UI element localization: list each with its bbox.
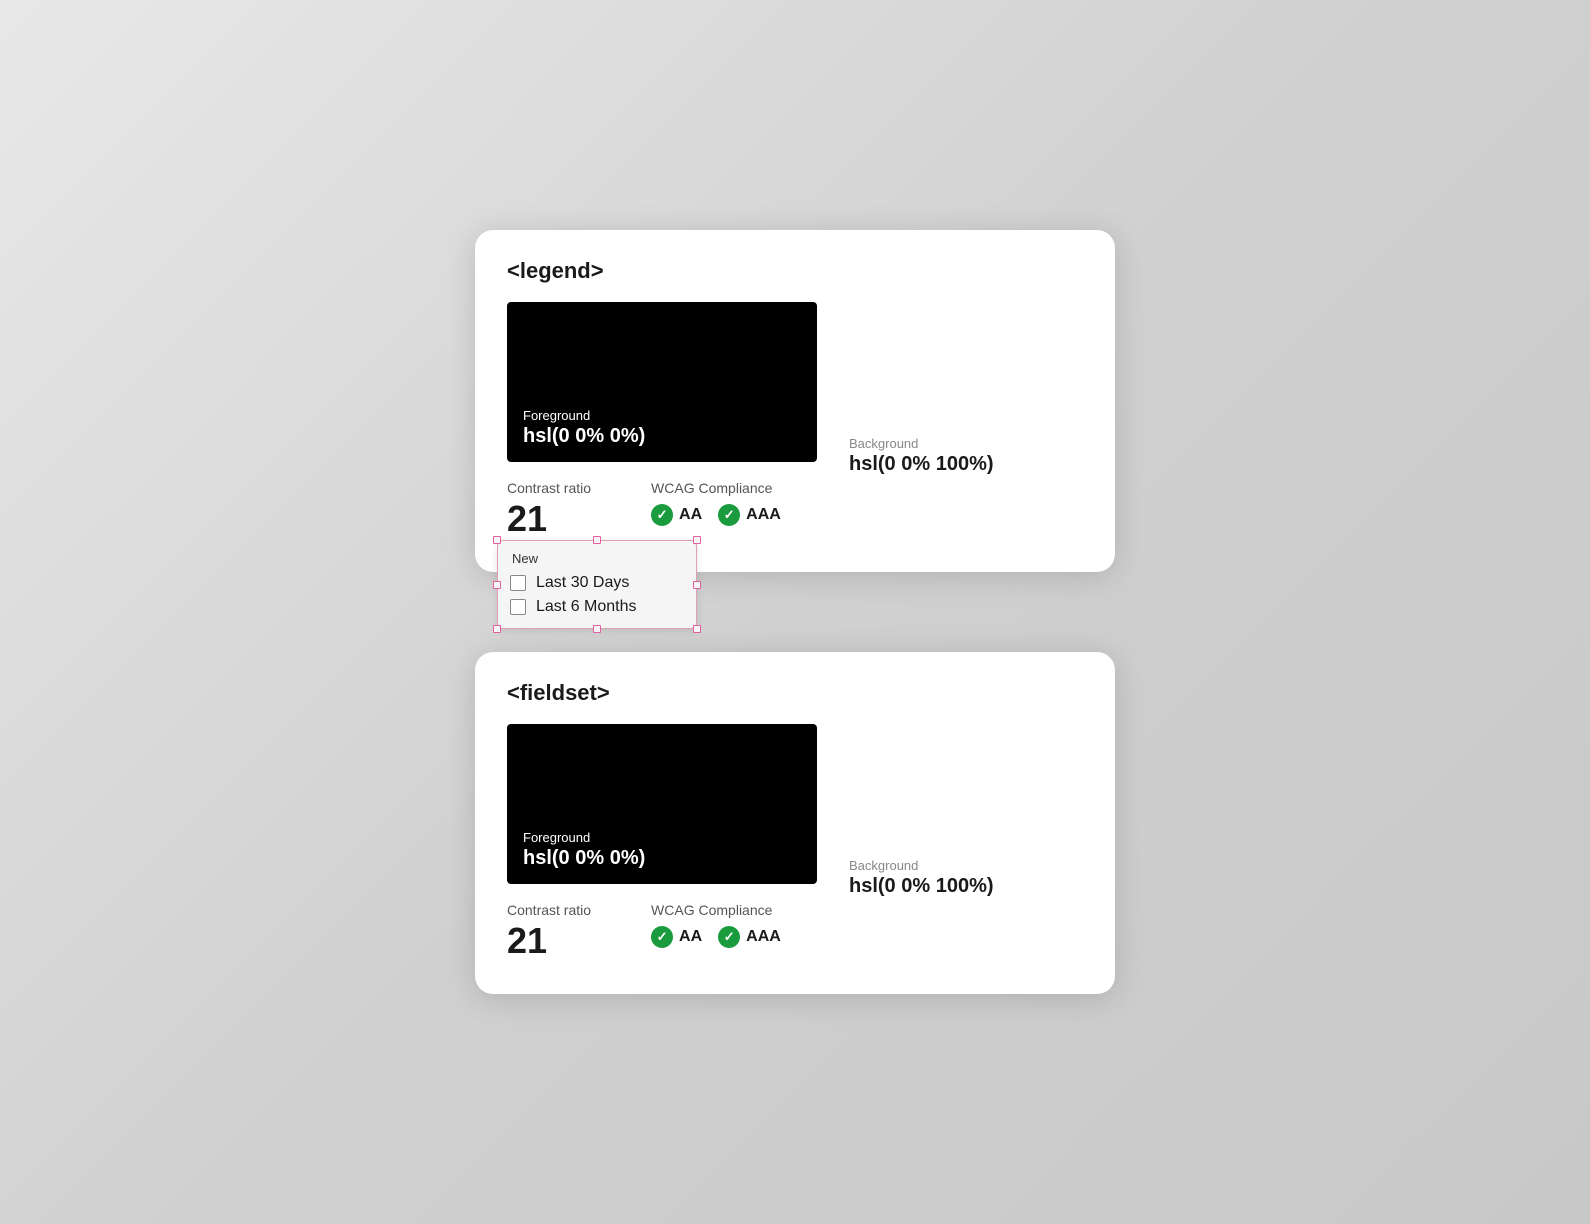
preview-right-2: Background hsl(0 0% 100%)	[817, 724, 994, 902]
contrast-label-1: Contrast ratio	[507, 480, 591, 496]
handle-tl	[493, 536, 501, 544]
contrast-section-2: Contrast ratio 21	[507, 902, 591, 962]
dropdown-box[interactable]: New Last 30 Days Last 6 Months	[497, 540, 697, 629]
card-legend: <legend> Foreground hsl(0 0% 0%) Backgro…	[475, 230, 1115, 572]
card-bottom-2: Contrast ratio 21 WCAG Compliance AA AAA	[507, 902, 1083, 962]
card-fieldset-title: <fieldset>	[507, 680, 1083, 706]
wcag-aa-badge-1: AA	[651, 504, 702, 526]
bg-label-2: Background	[849, 858, 994, 873]
wcag-aa-label-1: AA	[679, 506, 702, 524]
dropdown-item-label-1: Last 6 Months	[536, 598, 637, 616]
fg-value-2: hsl(0 0% 0%)	[523, 847, 645, 870]
contrast-value-1: 21	[507, 498, 591, 540]
preview-right-1: Background hsl(0 0% 100%)	[817, 302, 994, 480]
contrast-value-2: 21	[507, 920, 591, 962]
bg-value-1: hsl(0 0% 100%)	[849, 453, 994, 476]
wcag-label-2: WCAG Compliance	[651, 902, 781, 918]
wcag-badges-1: AA AAA	[651, 504, 781, 526]
wcag-aaa-label-1: AAA	[746, 506, 781, 524]
handle-br	[693, 625, 701, 633]
check-circle-aa-2	[651, 926, 673, 948]
preview-box-1: Foreground hsl(0 0% 0%)	[507, 302, 817, 462]
bg-value-2: hsl(0 0% 100%)	[849, 875, 994, 898]
handle-bl	[493, 625, 501, 633]
page-wrapper: <legend> Foreground hsl(0 0% 0%) Backgro…	[475, 230, 1115, 994]
bg-label-1: Background	[849, 436, 994, 451]
wcag-label-1: WCAG Compliance	[651, 480, 781, 496]
handle-tm	[593, 536, 601, 544]
wcag-section-1: WCAG Compliance AA AAA	[651, 480, 781, 526]
handle-tr	[693, 536, 701, 544]
fg-value-1: hsl(0 0% 0%)	[523, 425, 645, 448]
contrast-label-2: Contrast ratio	[507, 902, 591, 918]
preview-labels-2: Foreground hsl(0 0% 0%)	[523, 830, 645, 870]
dropdown-item-label-0: Last 30 Days	[536, 574, 629, 592]
preview-labels-1: Foreground hsl(0 0% 0%)	[523, 408, 645, 448]
checkbox-0[interactable]	[510, 575, 526, 591]
wcag-aaa-badge-2: AAA	[718, 926, 781, 948]
check-circle-aa-1	[651, 504, 673, 526]
wcag-aa-label-2: AA	[679, 928, 702, 946]
wcag-aa-badge-2: AA	[651, 926, 702, 948]
wcag-badges-2: AA AAA	[651, 926, 781, 948]
wcag-aaa-badge-1: AAA	[718, 504, 781, 526]
dropdown-item-1[interactable]: Last 6 Months	[510, 598, 680, 616]
preview-box-2: Foreground hsl(0 0% 0%)	[507, 724, 817, 884]
handle-rm	[693, 581, 701, 589]
dropdown-overlay: New Last 30 Days Last 6 Months	[497, 540, 697, 629]
checkbox-1[interactable]	[510, 599, 526, 615]
dropdown-legend-label: New	[510, 551, 680, 566]
wcag-section-2: WCAG Compliance AA AAA	[651, 902, 781, 948]
dropdown-item-0[interactable]: Last 30 Days	[510, 574, 680, 592]
fg-label-2: Foreground	[523, 830, 645, 845]
card-legend-title: <legend>	[507, 258, 1083, 284]
contrast-section-1: Contrast ratio 21	[507, 480, 591, 540]
card-fieldset: <fieldset> Foreground hsl(0 0% 0%) Backg…	[475, 652, 1115, 994]
preview-row-1: Foreground hsl(0 0% 0%) Background hsl(0…	[507, 302, 1083, 480]
preview-row-2: Foreground hsl(0 0% 0%) Background hsl(0…	[507, 724, 1083, 902]
handle-lm	[493, 581, 501, 589]
cards-container: <legend> Foreground hsl(0 0% 0%) Backgro…	[475, 230, 1115, 994]
check-circle-aaa-1	[718, 504, 740, 526]
check-circle-aaa-2	[718, 926, 740, 948]
card-bottom-1: Contrast ratio 21 WCAG Compliance AA AAA	[507, 480, 1083, 540]
fg-label-1: Foreground	[523, 408, 645, 423]
handle-bm	[593, 625, 601, 633]
wcag-aaa-label-2: AAA	[746, 928, 781, 946]
